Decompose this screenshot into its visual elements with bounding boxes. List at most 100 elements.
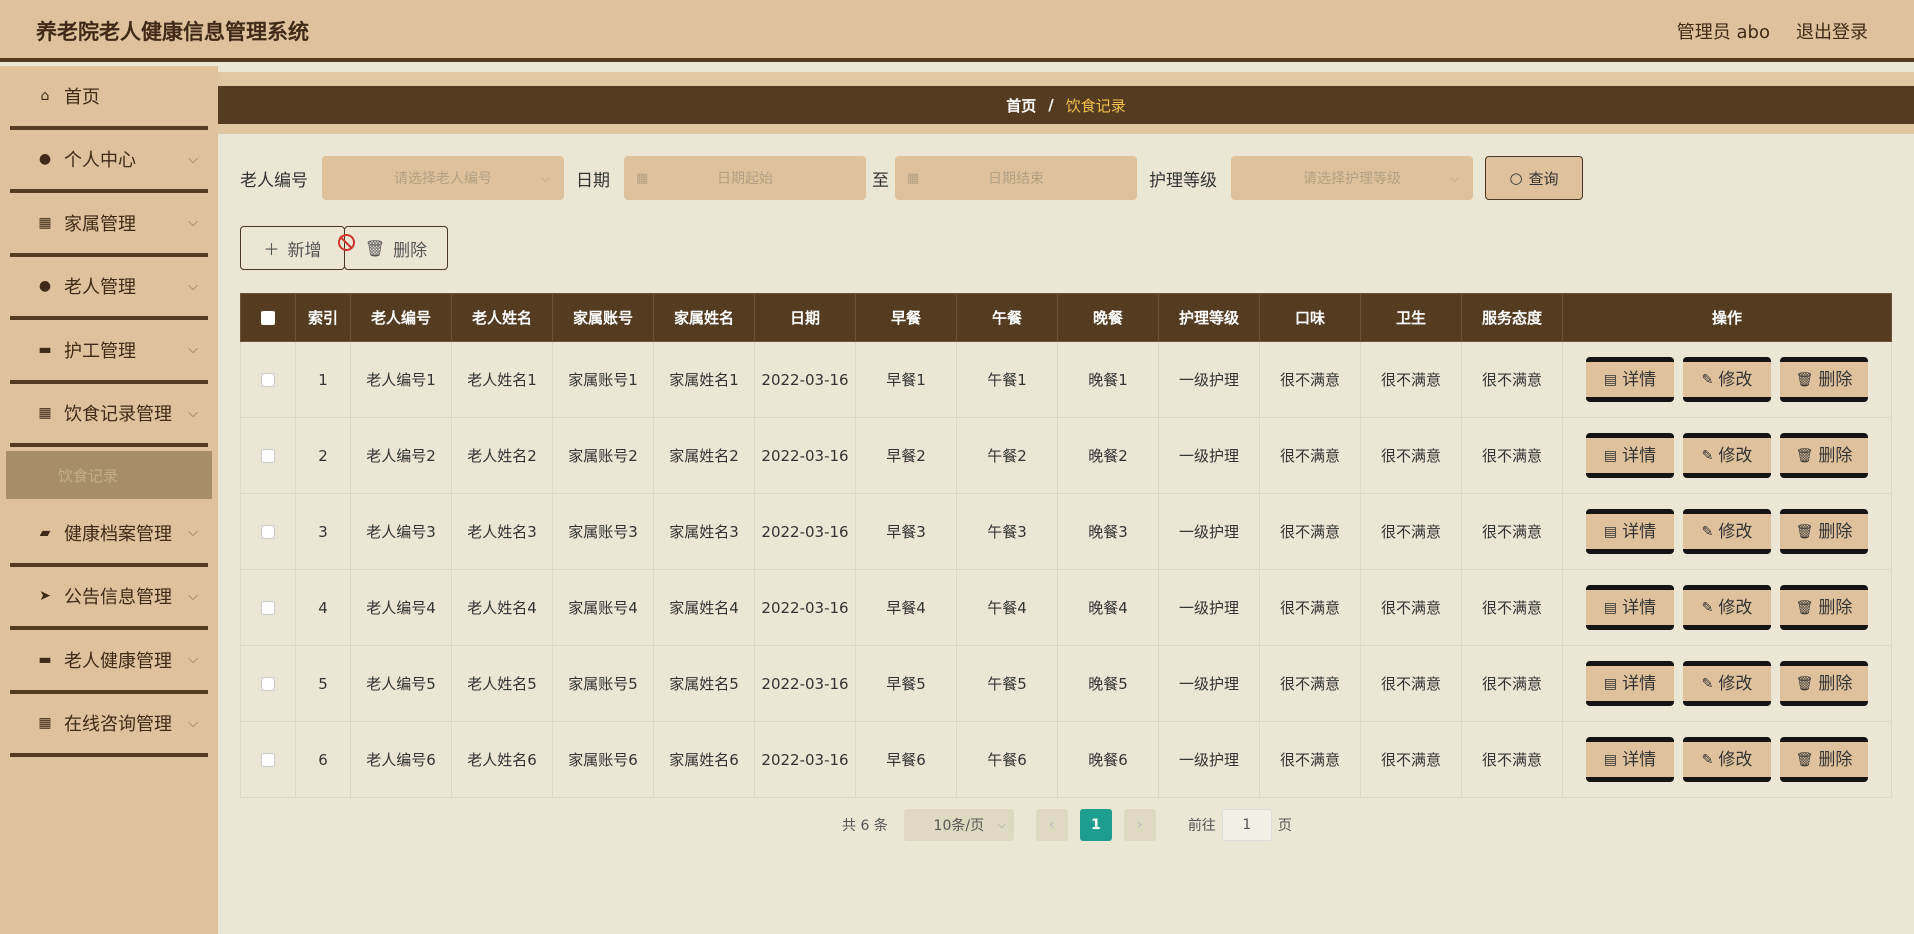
row-checkbox[interactable] <box>261 373 275 387</box>
row-actions-cell: ▤ 详情 ✎ 修改 🗑 删除 <box>1562 493 1892 570</box>
table-cell: 老人姓名2 <box>451 417 553 494</box>
table-cell: 很不满意 <box>1259 569 1361 646</box>
prev-page-button[interactable]: ‹ <box>1035 809 1068 841</box>
row-actions-cell: ▤ 详情 ✎ 修改 🗑 删除 <box>1562 341 1892 418</box>
sidebar-item-caregiver[interactable]: ▬ 护工管理 ⌵ <box>10 320 208 384</box>
breadcrumb-home[interactable]: 首页 <box>1006 95 1036 116</box>
home-icon: ⌂ <box>40 87 50 104</box>
detail-button[interactable]: ▤ 详情 <box>1586 585 1674 630</box>
delete-button[interactable]: 🗑 删除 <box>1780 509 1868 554</box>
select-all-checkbox[interactable] <box>261 311 275 325</box>
table-cell: 很不满意 <box>1461 569 1563 646</box>
sidebar-item-diet-record[interactable]: ▦ 饮食记录管理 ⌵ <box>10 384 208 447</box>
page-size-select[interactable]: 10条/页 ⌵ <box>903 809 1014 841</box>
edit-button[interactable]: ✎ 修改 <box>1683 509 1771 554</box>
date-end-input[interactable]: ▦ 日期结束 <box>895 156 1137 200</box>
detail-button[interactable]: ▤ 详情 <box>1586 737 1674 782</box>
row-checkbox[interactable] <box>261 449 275 463</box>
table-row: 1 老人编号1 老人姓名1 家属账号1 家属姓名1 2022-03-16 早餐1 午餐1 晚餐1… <box>240 341 1892 418</box>
sidebar-item-notice[interactable]: ➤ 公告信息管理 ⌵ <box>10 567 208 630</box>
chevron-left-icon: ‹ <box>1049 817 1055 833</box>
page-number-button[interactable]: 1 <box>1079 809 1112 841</box>
document-icon: ▤ <box>1603 523 1618 540</box>
delete-button[interactable]: 🗑 删除 <box>1780 661 1868 706</box>
sidebar-item-family[interactable]: ▦ 家属管理 ⌵ <box>10 193 208 257</box>
column-header: 操作 <box>1562 293 1892 342</box>
batch-delete-button[interactable]: 🗑 删除 <box>344 226 448 270</box>
detail-button[interactable]: ▤ 详情 <box>1586 433 1674 478</box>
delete-button[interactable]: 🗑 删除 <box>1780 433 1868 478</box>
table-cell: 很不满意 <box>1360 569 1462 646</box>
row-checkbox[interactable] <box>261 525 275 539</box>
goto-page-input[interactable]: 1 <box>1221 809 1272 841</box>
date-start-input[interactable]: ▦ 日期起始 <box>624 156 866 200</box>
next-page-button[interactable]: › <box>1123 809 1156 841</box>
edit-button[interactable]: ✎ 修改 <box>1683 737 1771 782</box>
table-cell: 晚餐2 <box>1057 417 1159 494</box>
delete-button[interactable]: 🗑 删除 <box>1780 585 1868 630</box>
table-cell: 2022-03-16 <box>754 721 856 798</box>
table-cell: 老人姓名4 <box>451 569 553 646</box>
sidebar-item-label: 公告信息管理 <box>64 587 172 609</box>
row-select-cell <box>240 341 296 418</box>
table-cell: 很不满意 <box>1461 645 1563 722</box>
table-cell: 家属姓名5 <box>653 645 755 722</box>
column-header: 家属姓名 <box>653 293 755 342</box>
chevron-right-icon: › <box>1137 817 1143 833</box>
row-select-cell <box>240 493 296 570</box>
detail-button-label: 详情 <box>1622 445 1657 466</box>
table-cell: 午餐3 <box>956 493 1058 570</box>
document-icon: ▤ <box>1603 675 1618 692</box>
sidebar-item-elder[interactable]: ● 老人管理 ⌵ <box>10 257 208 320</box>
table-cell: 晚餐4 <box>1057 569 1159 646</box>
detail-button[interactable]: ▤ 详情 <box>1586 661 1674 706</box>
table-cell: 2022-03-16 <box>754 493 856 570</box>
row-checkbox[interactable] <box>261 601 275 615</box>
row-checkbox[interactable] <box>261 677 275 691</box>
current-user[interactable]: 管理员 abo <box>1677 18 1770 44</box>
sidebar-item-health-record[interactable]: ▰ 健康档案管理 ⌵ <box>10 503 208 567</box>
breadcrumb-separator: / <box>1048 96 1054 114</box>
care-level-select[interactable]: 请选择护理等级 ⌵ <box>1231 156 1473 200</box>
edit-button[interactable]: ✎ 修改 <box>1683 433 1771 478</box>
table-cell: 很不满意 <box>1360 721 1462 798</box>
detail-button-label: 详情 <box>1622 749 1657 770</box>
elder-id-select[interactable]: 请选择老人编号 ⌵ <box>322 156 564 200</box>
chevron-down-icon: ⌵ <box>188 525 198 540</box>
date-start-placeholder: 日期起始 <box>717 171 773 187</box>
add-button[interactable]: ＋ 新增 <box>240 226 345 270</box>
table-cell: 很不满意 <box>1461 417 1563 494</box>
detail-button[interactable]: ▤ 详情 <box>1586 509 1674 554</box>
trash-icon: 🗑 <box>364 238 386 258</box>
chevron-down-icon: ⌵ <box>188 652 198 667</box>
document-icon: ▤ <box>1603 751 1618 768</box>
chevron-down-icon: ⌵ <box>188 342 198 357</box>
add-button-label: 新增 <box>287 240 322 261</box>
table-cell: 2022-03-16 <box>754 341 856 418</box>
column-header: 家属账号 <box>552 293 654 342</box>
sidebar-subitem-diet-record[interactable]: 饮食记录 <box>6 451 212 499</box>
folder-icon: ▰ <box>39 524 51 541</box>
delete-button-label: 删除 <box>1818 521 1853 542</box>
row-actions: ▤ 详情 ✎ 修改 🗑 删除 <box>1569 433 1885 478</box>
table-cell: 6 <box>295 721 351 798</box>
table-cell: 老人编号1 <box>350 341 452 418</box>
sidebar-item-home[interactable]: ⌂ 首页 <box>10 66 208 130</box>
table-cell: 晚餐6 <box>1057 721 1159 798</box>
sidebar-item-personal-center[interactable]: ● 个人中心 ⌵ <box>10 130 208 193</box>
row-checkbox[interactable] <box>261 753 275 767</box>
edit-button[interactable]: ✎ 修改 <box>1683 357 1771 402</box>
user-icon: ● <box>38 278 52 295</box>
logout-link[interactable]: 退出登录 <box>1796 18 1868 44</box>
edit-button[interactable]: ✎ 修改 <box>1683 661 1771 706</box>
sidebar-item-elder-health[interactable]: ▬ 老人健康管理 ⌵ <box>10 630 208 694</box>
breadcrumb: 首页 / 饮食记录 <box>218 86 1914 124</box>
sidebar-item-consult[interactable]: ▦ 在线咨询管理 ⌵ <box>10 694 208 757</box>
delete-button[interactable]: 🗑 删除 <box>1780 357 1868 402</box>
detail-button[interactable]: ▤ 详情 <box>1586 357 1674 402</box>
row-actions: ▤ 详情 ✎ 修改 🗑 删除 <box>1569 585 1885 630</box>
query-button[interactable]: ○ 查询 <box>1485 156 1583 200</box>
delete-button[interactable]: 🗑 删除 <box>1780 737 1868 782</box>
column-header: 索引 <box>295 293 351 342</box>
edit-button[interactable]: ✎ 修改 <box>1683 585 1771 630</box>
